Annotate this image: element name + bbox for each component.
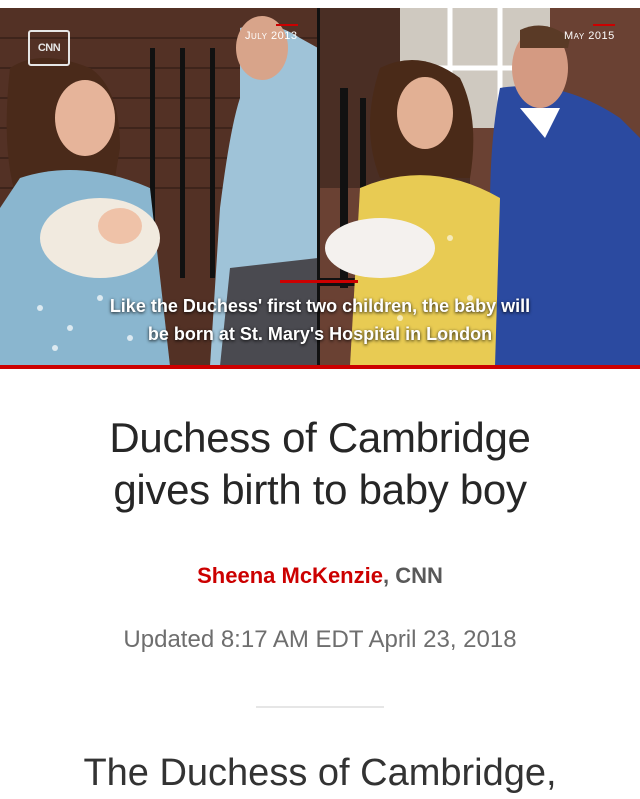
date-tag-right: May 2015 (564, 24, 615, 42)
caption-accent-bar (280, 280, 358, 283)
video-caption: Like the Duchess' first two children, th… (20, 292, 620, 348)
section-divider (256, 706, 384, 708)
video-player[interactable]: CNN July 2013 May 2015 Like the Duchess'… (0, 8, 640, 366)
author-link[interactable]: Sheena McKenzie (197, 563, 383, 588)
headline-line-1: Duchess of Cambridge (109, 414, 531, 461)
headline-line-2: gives birth to baby boy (113, 466, 527, 513)
date-tag-left: July 2013 (245, 24, 298, 42)
caption-line-2: be born at St. Mary's Hospital in London (147, 324, 493, 344)
cnn-logo: CNN (28, 30, 70, 66)
video-bottom-border (0, 365, 640, 369)
caption-line-1: Like the Duchess' first two children, th… (109, 296, 531, 316)
byline-separator: , (382, 563, 396, 588)
article-body-start: The Duchess of Cambridge, (83, 752, 557, 794)
byline-source: CNN (395, 563, 443, 588)
updated-timestamp: Updated 8:17 AM EDT April 23, 2018 (123, 626, 517, 653)
byline: Sheena McKenzie, CNN (0, 563, 640, 589)
status-strip (0, 0, 640, 8)
article-headline: Duchess of Cambridge gives birth to baby… (20, 412, 620, 516)
